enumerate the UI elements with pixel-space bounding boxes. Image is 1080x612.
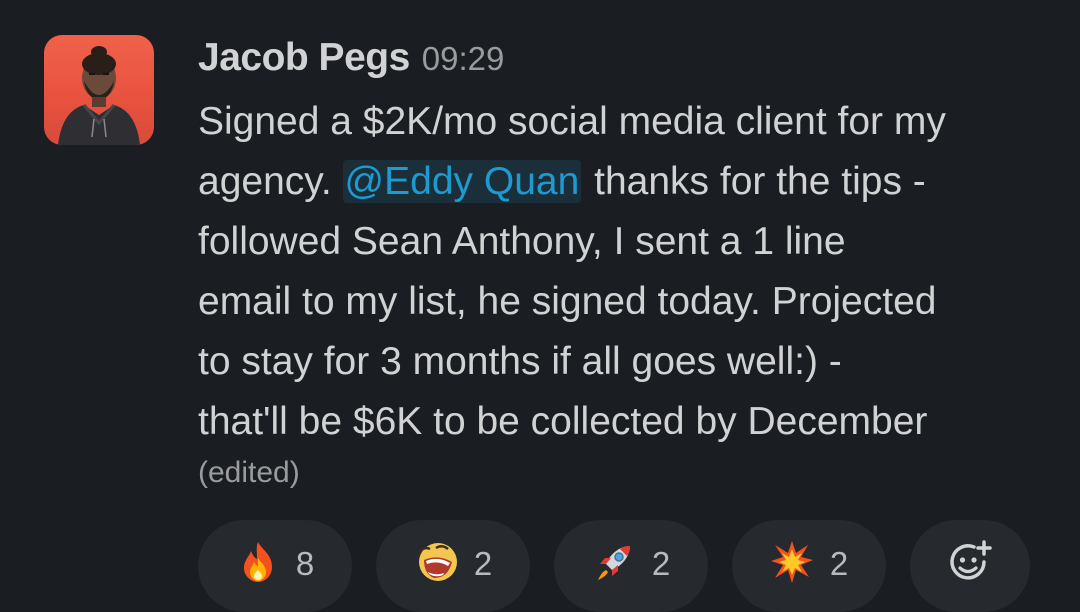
message-timestamp[interactable]: 09:29 (422, 40, 505, 78)
reaction-count: 2 (651, 545, 671, 582)
message-line: followed Sean Anthony, I sent a 1 line (198, 220, 846, 263)
message-line: Signed a $2K/mo social media client for … (198, 100, 946, 143)
message-text: thanks for the tips - (594, 160, 926, 203)
message-line: email to my list, he signed today. Proje… (198, 280, 937, 323)
add-reaction-icon (948, 540, 992, 584)
message-line: to stay for 3 months if all goes well:) … (198, 340, 842, 383)
reaction-laughing[interactable]: 2 (376, 520, 530, 612)
reaction-collision[interactable]: 2 (732, 520, 886, 612)
user-mention[interactable]: @Eddy Quan (342, 160, 582, 203)
message-body: Signed a $2K/mo social media client for … (198, 92, 1058, 452)
message: Jacob Pegs 09:29 Signed a $2K/mo social … (0, 0, 1080, 612)
reaction-count: 2 (473, 545, 493, 582)
edited-label: (edited) (198, 456, 300, 489)
reaction-fire[interactable]: 8 (198, 520, 352, 612)
message-line: that'll be $6K to be collected by Decemb… (198, 400, 928, 443)
avatar[interactable] (44, 35, 154, 145)
reaction-count: 2 (829, 545, 849, 582)
message-line: agency. @Eddy Quan thanks for the tips - (198, 152, 1058, 212)
message-header: Jacob Pegs 09:29 (198, 36, 504, 86)
add-reaction-button[interactable] (910, 520, 1030, 612)
reactions-bar: 8 2 2 2 (198, 520, 1030, 612)
laughing-face-emoji-icon (414, 540, 458, 584)
reaction-rocket[interactable]: 2 (554, 520, 708, 612)
rocket-emoji-icon (592, 540, 636, 584)
author-name[interactable]: Jacob Pegs (198, 36, 410, 80)
fire-emoji-icon (236, 540, 280, 584)
message-text: agency. (198, 160, 332, 203)
person-photo-icon (58, 46, 140, 145)
collision-emoji-icon (770, 540, 814, 584)
reaction-count: 8 (295, 545, 315, 582)
